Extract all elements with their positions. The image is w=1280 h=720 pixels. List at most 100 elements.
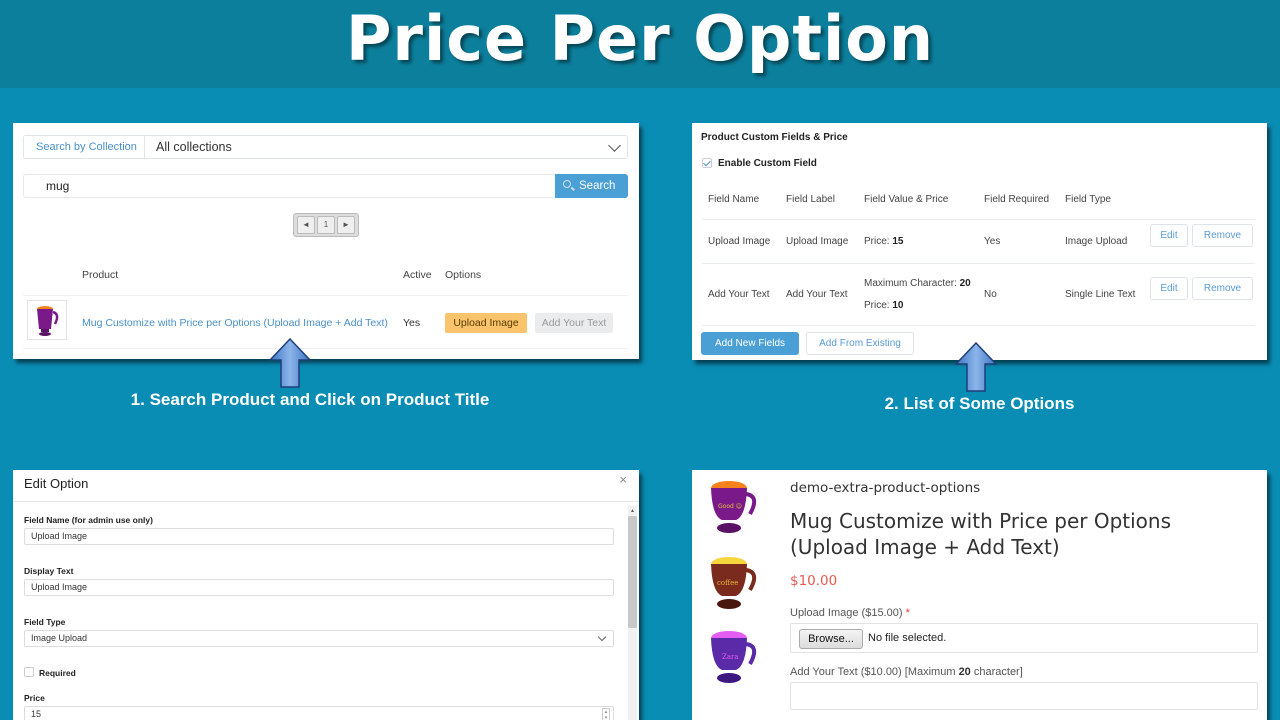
value-number: 10 <box>892 300 904 311</box>
row-2-field-label: Add Your Text <box>786 289 848 300</box>
close-icon[interactable]: × <box>619 472 627 487</box>
custom-fields-panel: Product Custom Fields & Price Enable Cus… <box>692 123 1267 360</box>
option-add-text-button[interactable]: Add Your Text <box>535 313 613 333</box>
step-1-caption: 1. Search Product and Click on Product T… <box>130 390 490 409</box>
yellow-brown-mug-image: coffee <box>711 557 757 609</box>
product-thumbnail[interactable] <box>27 300 67 340</box>
column-header-field-label: Field Label <box>786 194 835 205</box>
storefront-product-panel: Good ☺ coffee Zara demo-extra-product-op… <box>692 470 1267 720</box>
product-title-link[interactable]: Mug Customize with Price per Options (Up… <box>82 317 388 329</box>
field-type-value: Image Upload <box>31 633 88 643</box>
divider <box>23 295 628 296</box>
enable-custom-field-checkbox[interactable] <box>702 158 712 168</box>
price-label: Price <box>24 693 45 703</box>
column-header-options: Options <box>445 269 482 281</box>
collection-select-value: All collections <box>156 140 232 154</box>
divider <box>702 325 1255 326</box>
divider <box>23 348 628 349</box>
collection-filter: Search by Collection All collections <box>23 135 628 159</box>
dialog-title: Edit Option <box>24 476 89 491</box>
dialog-scrollbar[interactable]: ▲ <box>628 506 637 720</box>
field-name-input[interactable]: Upload Image <box>24 528 614 545</box>
required-checkbox[interactable] <box>24 667 34 677</box>
max-characters: 20 <box>958 666 971 678</box>
row-2-field-value-line-2: Price: 10 <box>864 300 903 311</box>
option-upload-image-button[interactable]: Upload Image <box>445 313 527 333</box>
arrow-up-icon <box>955 342 997 392</box>
search-product-panel: Search by Collection All collections mug… <box>13 123 639 359</box>
row-2-remove-button[interactable]: Remove <box>1192 277 1253 300</box>
product-title: Mug Customize with Price per Options (Up… <box>790 509 1172 559</box>
page-number-button[interactable]: 1 <box>317 216 335 234</box>
field-name-label: Field Name (for admin use only) <box>24 515 153 525</box>
svg-text:Good ☺: Good ☺ <box>718 503 742 510</box>
file-status: No file selected. <box>868 632 947 644</box>
arrow-up-icon <box>269 338 311 388</box>
value-number: 20 <box>959 278 971 289</box>
field-type-label: Field Type <box>24 617 66 627</box>
search-input[interactable]: mug Search <box>23 174 628 198</box>
store-name: demo-extra-product-options <box>790 480 981 496</box>
row-1-field-value: Price: 15 <box>864 236 903 247</box>
page-title: Price Per Option <box>345 2 935 75</box>
divider <box>702 263 1255 264</box>
scroll-up-icon[interactable]: ▲ <box>630 508 635 514</box>
upload-image-label-text: Upload Image ($15.00) <box>790 607 903 619</box>
upload-image-label: Upload Image ($15.00) * <box>790 607 910 619</box>
search-button[interactable]: Search <box>555 174 628 198</box>
svg-text:Zara: Zara <box>722 653 739 661</box>
edit-option-dialog: Edit Option × Field Name (for admin use … <box>13 470 639 720</box>
number-spinner-icon[interactable]: ▴ ▾ <box>602 708 610 720</box>
row-1-field-type: Image Upload <box>1065 236 1128 247</box>
price-value: 15 <box>31 709 42 719</box>
row-2-edit-button[interactable]: Edit <box>1150 277 1188 300</box>
price-input[interactable]: 15 ▴ ▾ <box>24 706 614 720</box>
row-2-field-required: No <box>984 289 997 300</box>
panel-title: Product Custom Fields & Price <box>701 132 848 143</box>
divider <box>702 219 1255 220</box>
required-label: Required <box>39 668 76 678</box>
row-2-field-name: Add Your Text <box>708 289 770 300</box>
active-status: Yes <box>403 317 421 329</box>
required-marker: * <box>905 607 910 619</box>
add-from-existing-button[interactable]: Add From Existing <box>806 332 914 355</box>
enable-custom-field-label: Enable Custom Field <box>718 158 817 169</box>
value-text: Price: <box>864 300 893 311</box>
column-header-field-name: Field Name <box>708 194 760 205</box>
row-1-field-required: Yes <box>984 236 1001 247</box>
chevron-down-icon <box>597 632 607 642</box>
pink-purple-mug-image: Zara <box>711 631 757 683</box>
value-text: Price: <box>864 236 893 247</box>
display-text-input[interactable]: Upload Image <box>24 579 614 596</box>
search-button-label: Search <box>579 180 616 192</box>
row-1-edit-button[interactable]: Edit <box>1150 224 1188 247</box>
add-text-label-prefix: Add Your Text ($10.00) [Maximum <box>790 666 959 678</box>
value-text: Maximum Character: <box>864 278 960 289</box>
column-header-field-type: Field Type <box>1065 194 1111 205</box>
add-new-fields-button[interactable]: Add New Fields <box>701 332 799 355</box>
column-header-product: Product <box>82 269 119 281</box>
prev-page-button[interactable]: ◄ <box>297 216 315 234</box>
collection-select[interactable]: All collections <box>145 136 627 158</box>
mug-image-icon <box>37 306 59 336</box>
row-2-field-type: Single Line Text <box>1065 289 1136 300</box>
browse-button[interactable]: Browse... <box>799 629 863 649</box>
field-type-select[interactable]: Image Upload <box>24 630 614 647</box>
product-price: $10.00 <box>790 573 838 589</box>
header-banner: Price Per Option <box>0 0 1280 88</box>
scrollbar-thumb[interactable] <box>628 516 637 628</box>
file-upload-field: Browse... No file selected. <box>790 623 1258 653</box>
next-page-button[interactable]: ► <box>337 216 355 234</box>
column-header-field-value: Field Value & Price <box>864 194 949 205</box>
orange-purple-mug-image: Good ☺ <box>711 481 757 533</box>
svg-text:coffee: coffee <box>717 579 738 587</box>
row-1-field-label: Upload Image <box>786 236 849 247</box>
add-text-input[interactable] <box>790 682 1258 710</box>
search-icon <box>563 180 571 188</box>
column-header-field-required: Field Required <box>984 194 1050 205</box>
row-1-remove-button[interactable]: Remove <box>1192 224 1253 247</box>
row-1-field-name: Upload Image <box>708 236 771 247</box>
divider <box>13 501 639 502</box>
search-input-value: mug <box>46 179 70 193</box>
pagination: ◄ 1 ► <box>293 213 359 237</box>
